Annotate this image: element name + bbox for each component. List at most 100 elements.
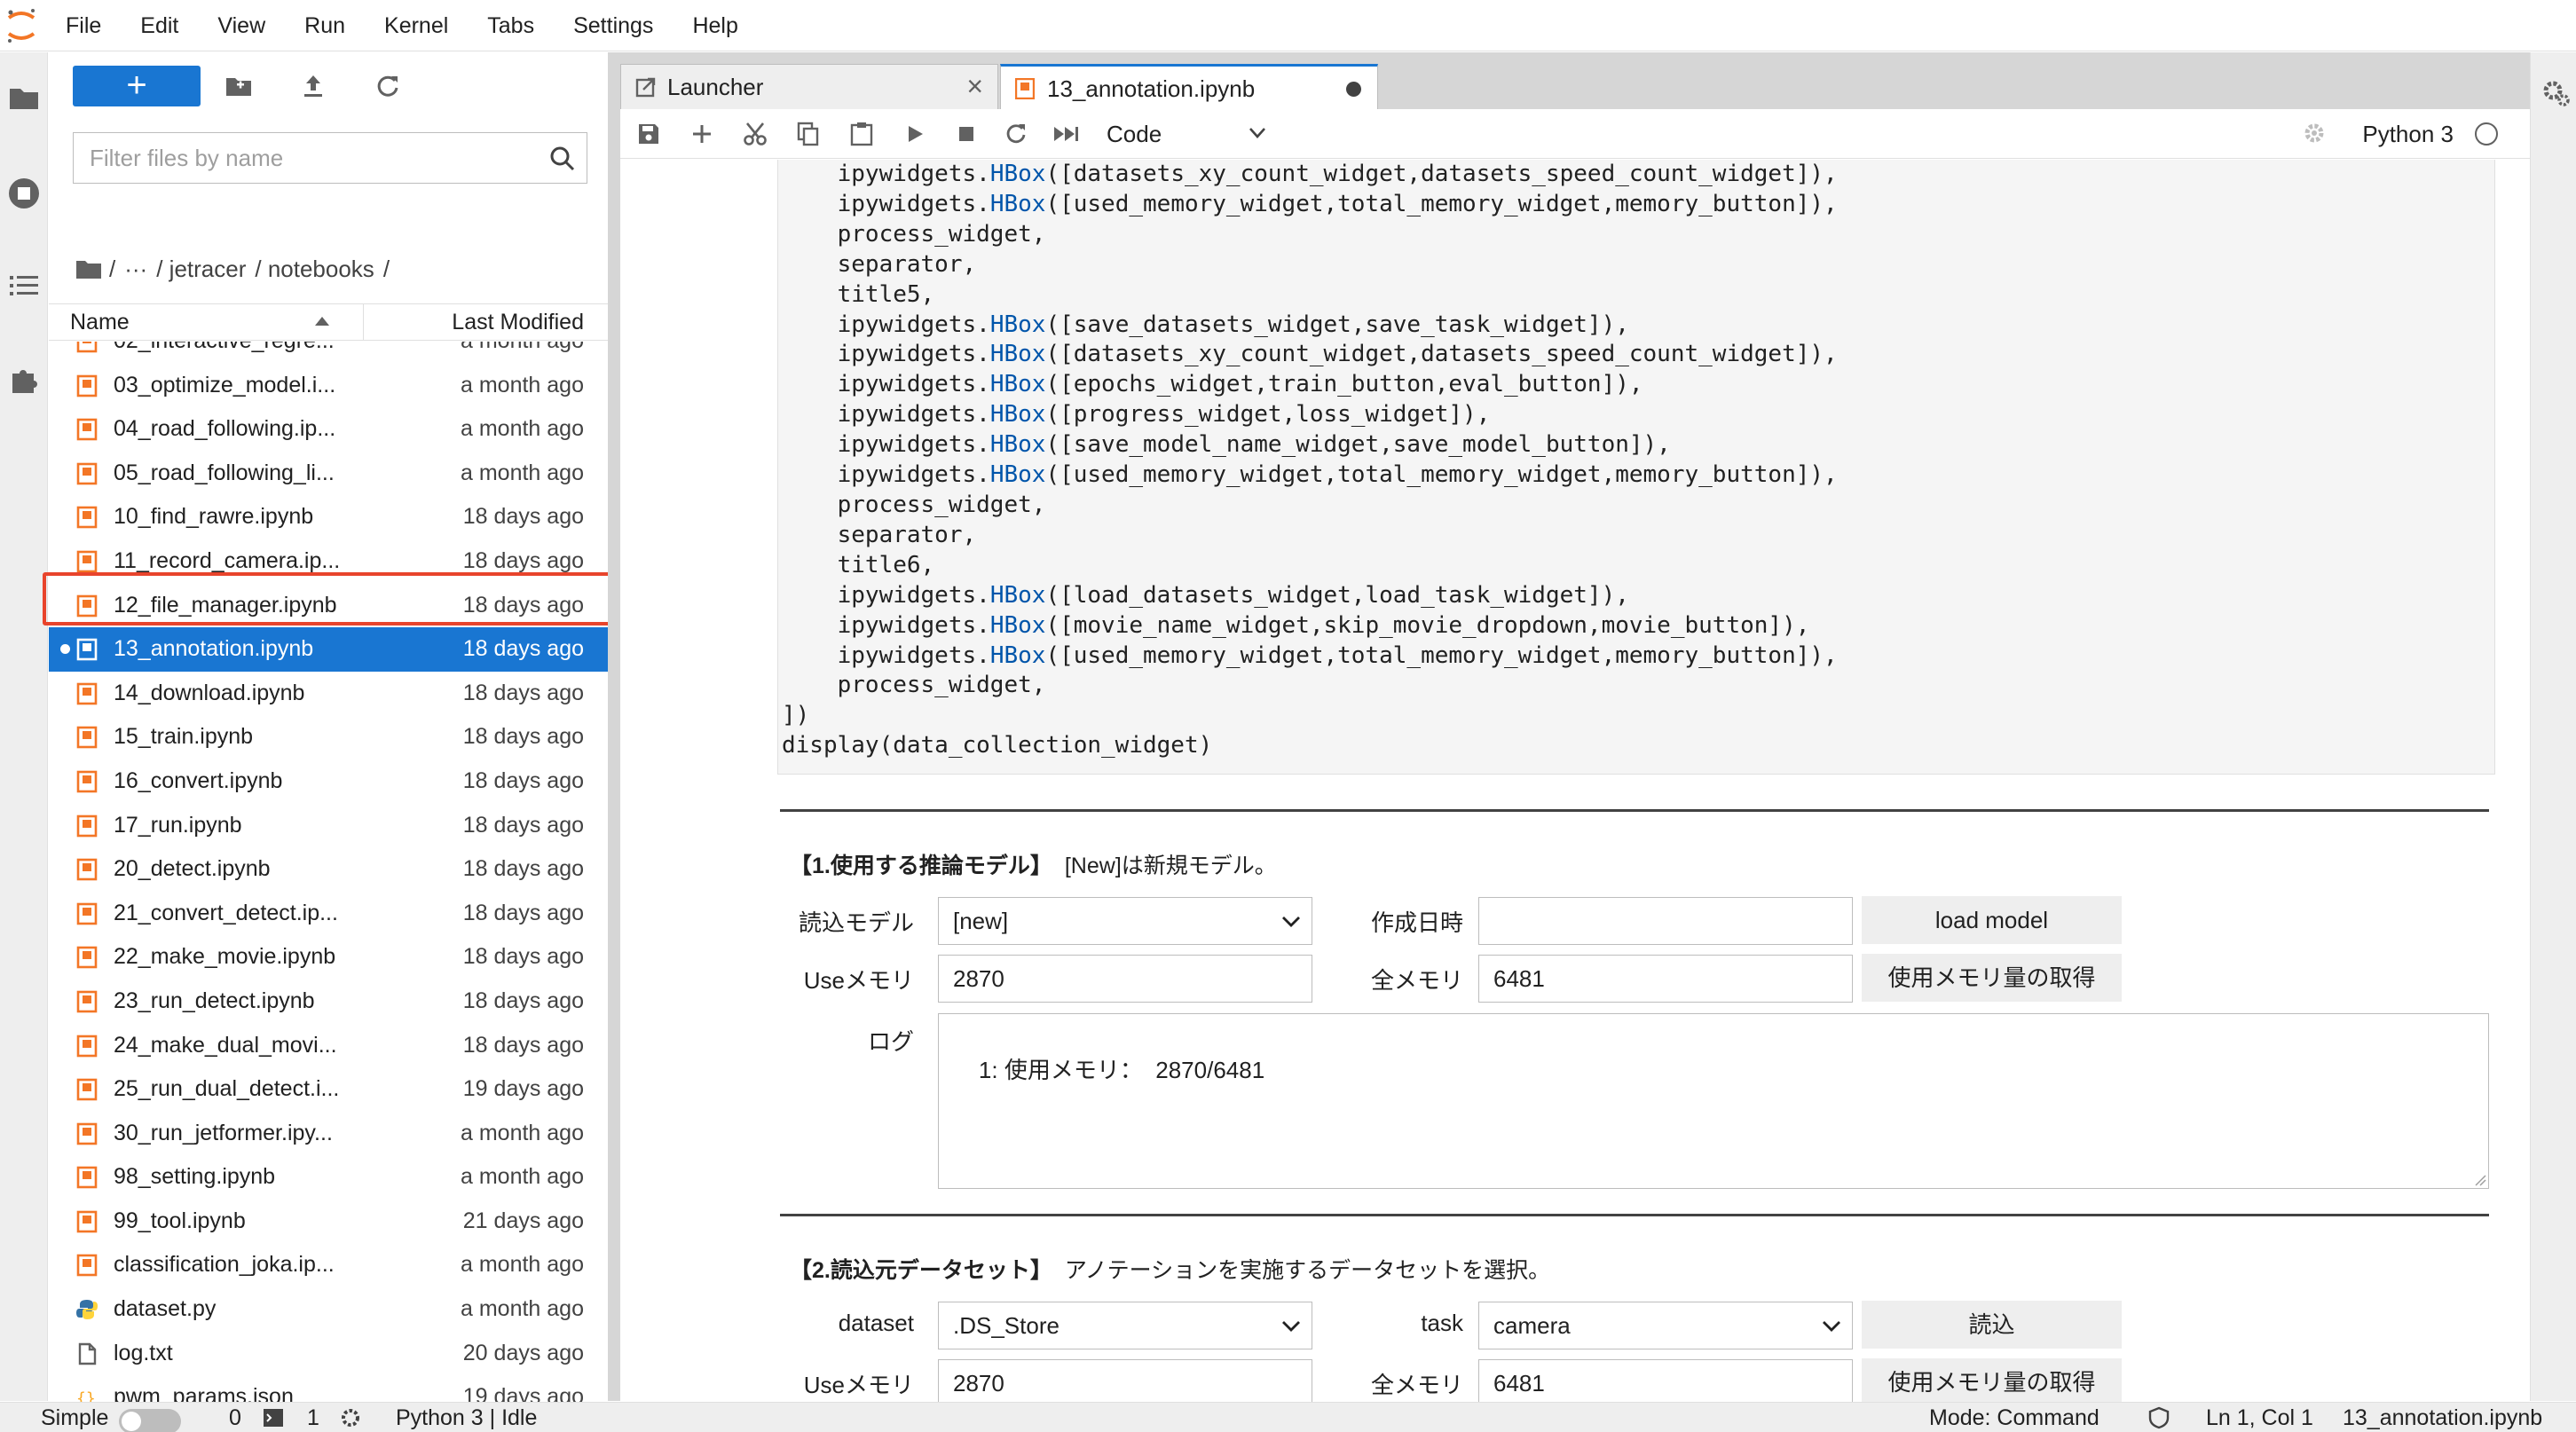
file-row[interactable]: 25_run_dual_detect.i... 19 days ago (49, 1067, 608, 1112)
file-row[interactable]: log.txt 20 days ago (49, 1332, 608, 1376)
notebook-icon (75, 462, 98, 485)
upload-icon[interactable] (295, 68, 331, 104)
paste-icon[interactable] (846, 118, 878, 150)
file-row[interactable]: 15_train.ipynb 18 days ago (49, 715, 608, 759)
menu-settings[interactable]: Settings (573, 0, 653, 51)
log-textarea[interactable]: 1: 使用メモリ： 2870/6481 (938, 1013, 2489, 1189)
kernel-status[interactable]: Python 3 | Idle (396, 1403, 537, 1432)
shield-icon[interactable] (2147, 1406, 2170, 1429)
menu-edit[interactable]: Edit (140, 0, 178, 51)
menu-kernel[interactable]: Kernel (384, 0, 448, 51)
code-class-token: HBox (989, 341, 1046, 368)
menu-tabs[interactable]: Tabs (487, 0, 534, 51)
folder-icon[interactable] (4, 77, 44, 118)
column-name[interactable]: Name (70, 304, 130, 340)
file-row[interactable]: 05_road_following_li... a month ago (49, 452, 608, 496)
sort-ascending-icon (315, 317, 329, 326)
total-memory-field-2[interactable]: 6481 (1478, 1359, 1853, 1402)
file-row[interactable]: 22_make_movie.ipynb 18 days ago (49, 935, 608, 980)
restart-icon[interactable] (1000, 118, 1032, 150)
filter-files-field[interactable] (73, 132, 587, 184)
new-launcher-button[interactable]: + (73, 66, 201, 106)
code-class-token: HBox (989, 401, 1046, 429)
fast-forward-icon[interactable] (1050, 118, 1082, 150)
refresh-icon[interactable] (370, 68, 406, 104)
menu-run[interactable]: Run (304, 0, 345, 51)
cell-type-dropdown[interactable]: Code (1107, 116, 1266, 152)
model-dropdown[interactable]: [new] (938, 897, 1312, 945)
new-folder-icon[interactable] (221, 68, 256, 104)
column-last-modified[interactable]: Last Modified (452, 304, 584, 340)
file-row[interactable]: 11_record_camera.ip... 18 days ago (49, 539, 608, 584)
file-row[interactable]: 98_setting.ipynb a month ago (49, 1155, 608, 1200)
menu-file[interactable]: File (66, 0, 101, 51)
property-inspector-icon[interactable] (2541, 79, 2572, 109)
kernel-count[interactable]: 1 (307, 1403, 319, 1432)
toc-icon[interactable] (4, 265, 44, 306)
file-row[interactable]: 04_road_following.ip... a month ago (49, 407, 608, 452)
file-row[interactable]: classification_joka.ip... a month ago (49, 1243, 608, 1287)
file-row[interactable]: 23_run_detect.ipynb 18 days ago (49, 980, 608, 1024)
created-field[interactable] (1478, 897, 1853, 945)
dataset-dropdown[interactable]: .DS_Store (938, 1302, 1312, 1349)
code-editor[interactable]: ipywidgets.HBox([datasets_xy_count_widge… (782, 160, 1838, 761)
get-memory-button[interactable]: 使用メモリ量の取得 (1862, 954, 2122, 1002)
code-token: ([save_datasets_widget,save_task_widget]… (1045, 311, 1629, 338)
use-memory-field-2[interactable]: 2870 (938, 1359, 1312, 1402)
file-row[interactable]: 16_convert.ipynb 18 days ago (49, 759, 608, 804)
cut-icon[interactable] (739, 118, 771, 150)
extension-icon[interactable] (4, 359, 44, 400)
terminal-count[interactable]: 0 (229, 1403, 241, 1432)
resize-grip-icon[interactable] (2474, 1174, 2486, 1186)
file-row[interactable]: 14_download.ipynb 18 days ago (49, 672, 608, 716)
simple-mode-toggle[interactable] (119, 1409, 181, 1432)
running-icon[interactable] (4, 173, 44, 214)
file-row[interactable]: 13_annotation.ipynb 18 days ago (49, 627, 608, 672)
code-cell[interactable]: ipywidgets.HBox([datasets_xy_count_widge… (777, 160, 2495, 775)
file-row[interactable]: dataset.py a month ago (49, 1287, 608, 1332)
task-dropdown[interactable]: camera (1478, 1302, 1853, 1349)
breadcrumb-jetracer[interactable]: / jetracer (156, 256, 246, 283)
file-modified: 18 days ago (462, 636, 584, 662)
kernel-settings-icon[interactable] (2303, 122, 2326, 145)
tab-launcher[interactable]: Launcher × (620, 64, 998, 109)
stop-icon[interactable] (950, 118, 982, 150)
code-line: separator, (782, 522, 977, 548)
status-bar: Simple 0 1 Python 3 | Idle Mode: Command… (0, 1402, 2576, 1432)
kernel-name[interactable]: Python 3 (2362, 109, 2454, 159)
use-memory-field[interactable]: 2870 (938, 955, 1312, 1003)
load-model-button[interactable]: load model (1862, 896, 2122, 944)
breadcrumb-notebooks[interactable]: / notebooks (255, 256, 374, 283)
get-memory-button-2[interactable]: 使用メモリ量の取得 (1862, 1358, 2122, 1402)
file-row[interactable]: 21_convert_detect.ip... 18 days ago (49, 892, 608, 936)
breadcrumb-root[interactable]: / (109, 256, 115, 283)
file-row[interactable]: 02_interactive_regre... a month ago (49, 342, 608, 364)
run-icon[interactable] (899, 118, 931, 150)
file-row[interactable]: 17_run.ipynb 18 days ago (49, 804, 608, 848)
file-row[interactable]: 03_optimize_model.i... a month ago (49, 364, 608, 408)
file-modified: a month ago (461, 372, 584, 397)
menu-help[interactable]: Help (692, 0, 737, 51)
add-cell-icon[interactable] (686, 118, 718, 150)
file-row[interactable]: 30_run_jetformer.ipy... a month ago (49, 1112, 608, 1156)
breadcrumb-ellipsis[interactable]: ··· (124, 256, 147, 283)
file-row[interactable]: 20_detect.ipynb 18 days ago (49, 847, 608, 892)
close-icon[interactable]: × (966, 72, 983, 100)
file-row[interactable]: 10_find_rawre.ipynb 18 days ago (49, 495, 608, 539)
file-row[interactable]: 99_tool.ipynb 21 days ago (49, 1200, 608, 1244)
menu-view[interactable]: View (217, 0, 265, 51)
unsaved-dot-icon[interactable] (1346, 82, 1361, 97)
file-row[interactable]: 24_make_dual_movi... 18 days ago (49, 1024, 608, 1068)
filter-files-input[interactable] (74, 133, 535, 183)
mode-status: Mode: Command (1929, 1405, 2099, 1430)
notebook-panel: ipywidgets.HBox([datasets_xy_count_widge… (620, 160, 2530, 1402)
file-row[interactable]: 12_file_manager.ipynb 18 days ago (49, 584, 608, 628)
folder-home-icon[interactable] (75, 258, 102, 279)
panel-splitter[interactable] (608, 52, 620, 1401)
save-icon[interactable] (633, 118, 665, 150)
cursor-position[interactable]: Ln 1, Col 1 (2206, 1403, 2313, 1432)
copy-icon[interactable] (792, 118, 824, 150)
total-memory-field[interactable]: 6481 (1478, 955, 1853, 1003)
load-dataset-button[interactable]: 読込 (1862, 1301, 2122, 1349)
tab-13-annotation[interactable]: 13_annotation.ipynb (1000, 64, 1378, 109)
